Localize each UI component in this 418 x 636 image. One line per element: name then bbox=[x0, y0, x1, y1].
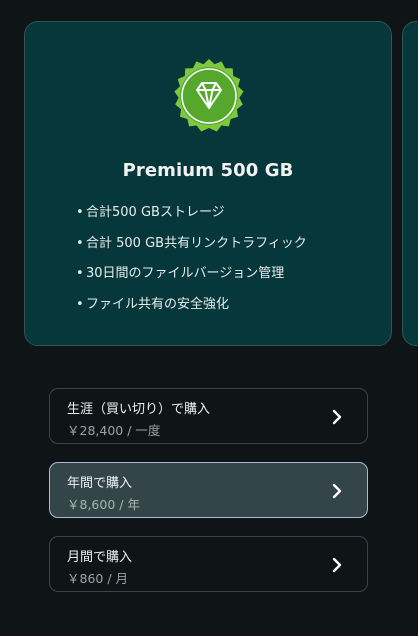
next-plan-card[interactable] bbox=[402, 21, 418, 346]
option-price: ￥860 / 月 bbox=[67, 571, 129, 586]
chevron-right-icon bbox=[330, 483, 344, 499]
diamond-icon bbox=[167, 54, 251, 138]
option-title: 生涯（買い切り）で購入 bbox=[67, 402, 211, 417]
option-price: ￥28,400 / 一度 bbox=[67, 423, 161, 438]
chevron-right-icon bbox=[330, 557, 344, 573]
option-price: ￥8,600 / 年 bbox=[67, 497, 140, 512]
plan-title: Premium 500 GB bbox=[122, 160, 294, 181]
monthly-purchase-button[interactable]: 月間で購入 ￥860 / 月 bbox=[49, 536, 368, 592]
yearly-purchase-button[interactable]: 年間で購入 ￥8,600 / 年 bbox=[49, 462, 368, 518]
app-screen: Premium 500 GB 合計500 GBストレージ 合計 500 GB共有… bbox=[0, 0, 418, 636]
option-title: 月間で購入 bbox=[67, 550, 133, 565]
feature-item: ファイル共有の安全強化 bbox=[76, 292, 307, 323]
feature-item: 30日間のファイルバージョン管理 bbox=[76, 261, 307, 292]
feature-item: 合計500 GBストレージ bbox=[76, 200, 307, 231]
chevron-right-icon bbox=[330, 409, 344, 425]
lifetime-purchase-button[interactable]: 生涯（買い切り）で購入 ￥28,400 / 一度 bbox=[49, 388, 368, 444]
option-title: 年間で購入 bbox=[67, 476, 133, 491]
feature-list: 合計500 GBストレージ 合計 500 GB共有リンクトラフィック 30日間の… bbox=[76, 200, 307, 322]
feature-item: 合計 500 GB共有リンクトラフィック bbox=[76, 231, 307, 262]
